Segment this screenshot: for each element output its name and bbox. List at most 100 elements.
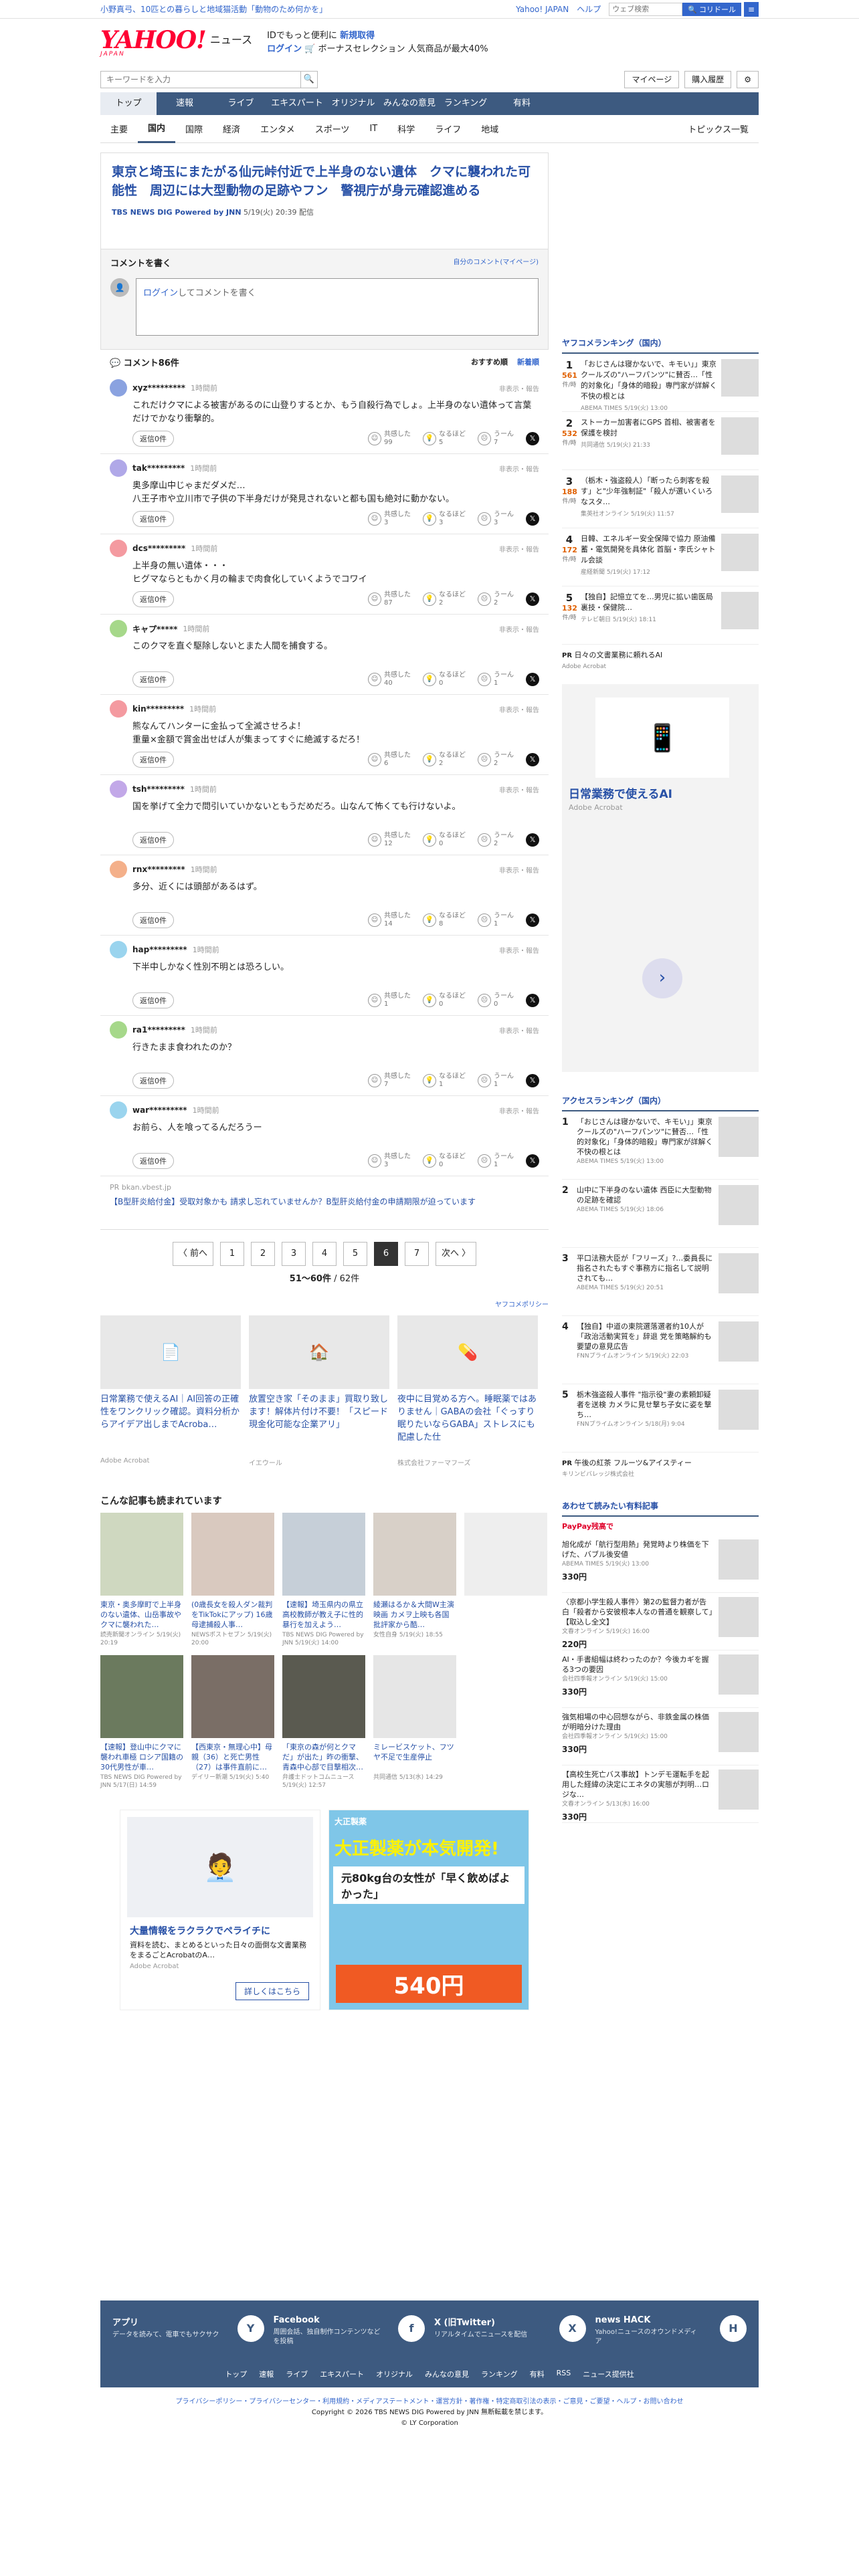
access-item[interactable]: 2 山中に下半身のない遺体 西臣に大型動物の足跡を確認 ABEMA TIMES 5/…	[562, 1180, 759, 1248]
reply-button[interactable]: 返信0件	[132, 1153, 174, 1169]
also-read-item[interactable]: ミレービスケット、フツヤ不足で生産停止 共同通信 5/13(水) 14:29	[373, 1655, 456, 1790]
gnav-expert[interactable]: エキスパート	[269, 92, 325, 115]
reaction-3[interactable]: 😐 うーん 0	[478, 992, 514, 1008]
paid-title[interactable]: AI・手書組幅は終わったのか？今後カギを握る3つの要因	[562, 1654, 713, 1675]
footer-link[interactable]: ライブ	[286, 2369, 308, 2379]
ranking-item[interactable]: 4 172 件/時 日韓、エネルギー安全保障で協力 原油備蓄・電気開発を具体化 首脳・…	[562, 528, 759, 586]
comment-author[interactable]: ra1*********	[132, 1025, 185, 1035]
chevron-right-icon[interactable]: ›	[642, 958, 682, 998]
page-button[interactable]: 5	[343, 1242, 367, 1266]
current-page-button[interactable]: 6	[374, 1242, 398, 1266]
reaction-1[interactable]: ☺ 共感した 3	[368, 1153, 411, 1169]
reaction-3[interactable]: 😐 うーん 1	[478, 1073, 514, 1089]
ranking-item[interactable]: 2 532 件/時 ストーカー加害者にGPS 首相、被害者を保護を検討 共同通信 5/1…	[562, 412, 759, 470]
facebook-icon[interactable]: f	[398, 2315, 425, 2342]
reply-button[interactable]: 返信0件	[132, 671, 174, 687]
reply-button[interactable]: 返信0件	[132, 832, 174, 848]
access-item[interactable]: 4 【独自】中道の東院選落選者約10人が「政治活動実質を」辞退 党を策略解約も要望…	[562, 1316, 759, 1384]
comment-author[interactable]: tsh*********	[132, 784, 185, 794]
x-share-icon[interactable]: 𝕏	[526, 432, 539, 445]
reaction-1[interactable]: ☺ 共感した 7	[368, 1073, 411, 1089]
comment-author[interactable]: キャプ*****	[132, 623, 177, 635]
reaction-1[interactable]: ☺ 共感した 40	[368, 671, 411, 687]
subnav-item[interactable]: スポーツ	[305, 122, 360, 135]
page-button[interactable]: 3	[282, 1242, 306, 1266]
web-search-input[interactable]	[609, 2, 683, 16]
also-read-item[interactable]: 東京・奥多摩町で上半身のない遺体、山岳事故やクマに襲われた… 読売新聞オンライン …	[100, 1513, 183, 1647]
footer-col-title[interactable]: Facebook	[274, 2315, 320, 2325]
subnav-item[interactable]: 経済	[213, 122, 250, 135]
access-item[interactable]: 5 栃木強盗殺人事件 "指示役"妻の素頼卸疑者を送検 カメラに見せ撃ち子女に姿を撃…	[562, 1384, 759, 1453]
reaction-1[interactable]: ☺ 共感した 87	[368, 591, 411, 607]
x-share-icon[interactable]: 𝕏	[526, 753, 539, 766]
reply-button[interactable]: 返信0件	[132, 511, 174, 527]
comment-textarea[interactable]: ログインしてコメントを書く	[136, 278, 539, 336]
access-pr[interactable]: PR 午後の紅茶 フルーツ&アイスティー キリンビバレッジ株式会社	[562, 1453, 759, 1485]
reply-button[interactable]: 返信0件	[132, 992, 174, 1008]
page-button[interactable]: 1	[220, 1242, 244, 1266]
x-share-icon[interactable]: 𝕏	[526, 593, 539, 606]
footer-link[interactable]: 速報	[259, 2369, 274, 2379]
reaction-2[interactable]: 💡 なるほど 0	[423, 1153, 466, 1169]
gear-icon[interactable]: ⚙	[737, 71, 759, 88]
ad-card[interactable]: 💊 夜中に目覚める方へ。睡眠薬ではありません｜GABAの会社「ぐっすり眠りたいなら…	[397, 1315, 538, 1467]
article-title[interactable]: 【西東京・無理心中】母親（36）と死亡男性（27）は事件直前に…	[191, 1742, 274, 1772]
news-search-input[interactable]	[100, 71, 301, 88]
pr-title[interactable]: 日々の文書業務に頼れるAI	[575, 651, 663, 659]
article-title[interactable]: (0歳長女を殺人ダン裁判をTikTokにアップ) 16歳母逮捕殺人事…	[191, 1600, 274, 1630]
report-link[interactable]: 非表示・報告	[499, 704, 539, 714]
reaction-2[interactable]: 💡 なるほど 2	[423, 591, 466, 607]
footer-link[interactable]: トップ	[225, 2369, 247, 2379]
access-title[interactable]: 山中に下半身のない遺体 西臣に大型動物の足跡を確認	[577, 1185, 713, 1205]
access-item[interactable]: 3 平口法務大臣が「フリーズ」?…委員長に指名されたもすぐ事務方に指名して説明され…	[562, 1248, 759, 1316]
x-share-icon[interactable]: 𝕏	[526, 673, 539, 686]
report-link[interactable]: 非表示・報告	[499, 1025, 539, 1035]
reaction-3[interactable]: 😐 うーん 1	[478, 671, 514, 687]
rank-title[interactable]: 日韓、エネルギー安全保障で協力 原油備蓄・電気開発を具体化 首脳・李氏シャトル会…	[581, 534, 717, 566]
footer-col[interactable]: news HACK Yahoo!ニュースのオウンドメディア H	[595, 2315, 747, 2347]
also-read-item[interactable]	[464, 1513, 547, 1647]
reaction-2[interactable]: 💡 なるほど 2	[423, 752, 466, 768]
footer-col-title[interactable]: news HACK	[595, 2315, 651, 2325]
comment-author[interactable]: rnx*********	[132, 865, 185, 874]
paid-item[interactable]: 強気相場の中心回想ながら、非鉄金属の株価が明暗分けた理由 会社四季報オンライン 5…	[562, 1708, 759, 1765]
article-title[interactable]: ミレービスケット、フツヤ不足で生産停止	[373, 1742, 456, 1772]
menu-icon[interactable]: ≡	[744, 1, 759, 17]
footer-link[interactable]: エキスパート	[320, 2369, 364, 2379]
access-title[interactable]: 栃木強盗殺人事件 "指示役"妻の素頼卸疑者を送検 カメラに見せ撃ち子女に姿を撃ち…	[577, 1390, 713, 1420]
login-link[interactable]: ログイン	[143, 288, 178, 298]
reaction-3[interactable]: 😐 うーん 3	[478, 511, 514, 527]
more-button[interactable]: 詳しくはこちら	[235, 1982, 309, 2000]
access-title[interactable]: 【独自】中道の東院選落選者約10人が「政治活動実質を」辞退 党を策略解約も要望の…	[577, 1321, 713, 1352]
footer-col[interactable]: アプリ データを読みて、電車でもサクサク Y	[112, 2315, 264, 2347]
logo[interactable]: YAHOO! JAPAN	[100, 28, 207, 58]
footer-col-title[interactable]: アプリ	[112, 2318, 138, 2328]
article-title[interactable]: 東京・奥多摩町で上半身のない遺体、山岳事故やクマに襲われた…	[100, 1600, 183, 1630]
reaction-2[interactable]: 💡 なるほど 3	[423, 511, 466, 527]
comment-author[interactable]: hap*********	[132, 945, 187, 954]
mypage-button[interactable]: マイページ	[624, 71, 680, 88]
page-button[interactable]: 7	[405, 1242, 429, 1266]
reaction-3[interactable]: 😐 うーん 2	[478, 832, 514, 848]
comment-author[interactable]: kin*********	[132, 704, 184, 714]
x-share-icon[interactable]: 𝕏	[526, 1154, 539, 1168]
paid-item[interactable]: AI・手書組幅は終わったのか？今後カギを握る3つの要因 会社四季報オンライン 5/…	[562, 1650, 759, 1708]
gnav-paid[interactable]: 有料	[494, 92, 550, 115]
x-icon[interactable]: X	[559, 2315, 586, 2342]
footer-col-title[interactable]: X (旧Twitter)	[434, 2318, 495, 2328]
gnav-opinions[interactable]: みんなの意見	[381, 92, 438, 115]
also-read-item[interactable]: 「東京の森が何とクマだ」が出た」昨の衝撃、青森中心部で目撃相次… 弁護士ドットコム…	[282, 1655, 365, 1790]
report-link[interactable]: 非表示・報告	[499, 865, 539, 875]
rank-title[interactable]: 【独自】記憶立てを…男児に拡い歯医局 裏技・保健院…	[581, 592, 717, 613]
article-title[interactable]: 【速報】登山中にクマに襲われ車極 ロシア国籍の30代男性が車…	[100, 1742, 183, 1772]
paid-item[interactable]: 【高校生死亡バス事故】トンデモ運転手を起用した経緯の決定にエネタの実態が判明…ロ…	[562, 1765, 759, 1823]
reaction-1[interactable]: ☺ 共感した 3	[368, 511, 411, 527]
x-share-icon[interactable]: 𝕏	[526, 512, 539, 526]
paid-title[interactable]: 【高校生死亡バス事故】トンデモ運転手を起用した経緯の決定にエネタの実態が判明…ロ…	[562, 1769, 713, 1800]
pr-comment[interactable]: PR bkan.vbest.jp 【B型肝炎給付金】受取対象かも 請求し忘れてい…	[100, 1176, 549, 1230]
subnav-item[interactable]: エンタメ	[250, 122, 305, 135]
footer-link[interactable]: 有料	[530, 2369, 545, 2379]
pr-title[interactable]: 午後の紅茶 フルーツ&アイスティー	[575, 1459, 692, 1467]
paid-item[interactable]: 〈京都小学生殺人事件〉第2の監督力者が告白「殺者から安彼根本人なの普通を観察して…	[562, 1593, 759, 1650]
x-share-icon[interactable]: 𝕏	[526, 1074, 539, 1087]
